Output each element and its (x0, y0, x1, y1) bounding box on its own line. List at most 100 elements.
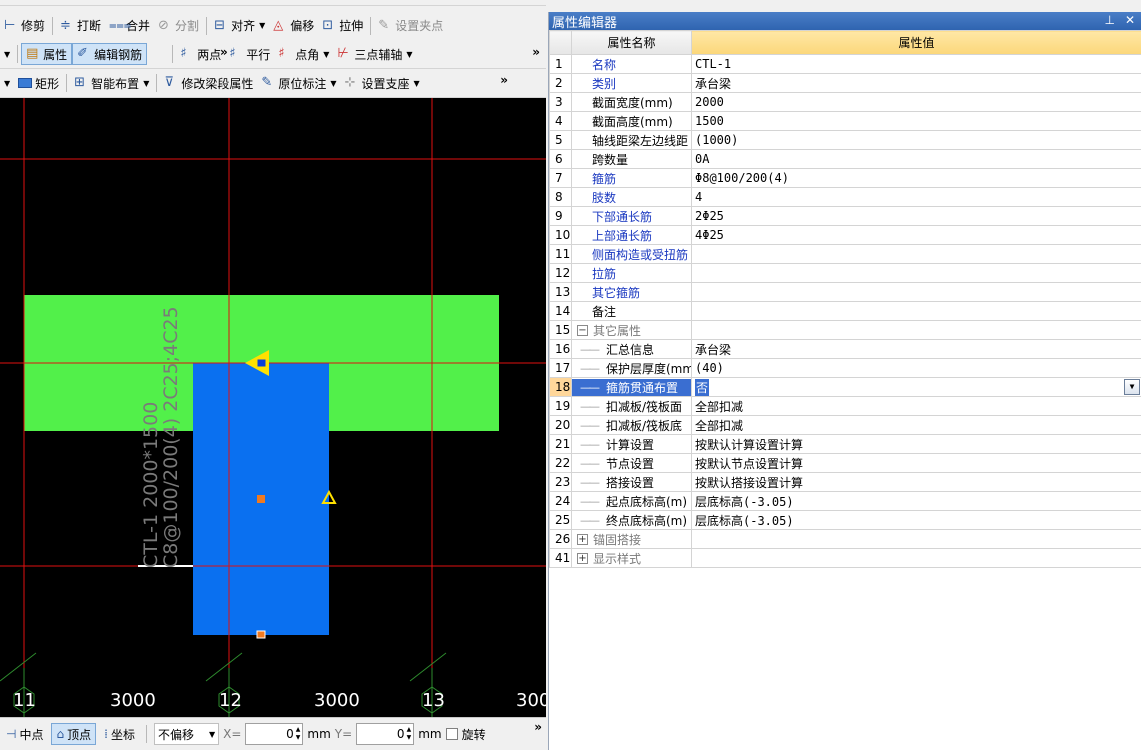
chevron-down-icon[interactable]: ▼ (1124, 379, 1140, 395)
property-value-cell[interactable] (691, 529, 1141, 549)
row2-dropdown[interactable]: ▼ (0, 43, 14, 65)
property-row[interactable]: 6 跨数量 0A (549, 149, 1141, 169)
coord-snap-button[interactable]: ⁞ 坐标 (100, 723, 139, 745)
drawing-canvas[interactable]: CTL-1 2000*1500 C8@100/200(4) 2C25;4C25 … (0, 98, 546, 717)
property-name: 搭接设置 (606, 475, 655, 490)
property-value-cell[interactable]: (40) (691, 358, 1141, 378)
set-support-button[interactable]: ⊹ 设置支座 ▼ (341, 72, 424, 94)
x-spinner[interactable]: ▲ ▼ (296, 726, 301, 742)
merge-button[interactable]: ⩶ 合并 (105, 15, 154, 37)
midpoint-snap-button[interactable]: ⊣ 中点 (2, 723, 47, 745)
property-value-cell[interactable]: 1500 (691, 111, 1141, 131)
rectangle-button[interactable]: 矩形 (14, 72, 63, 94)
y-spinner[interactable]: ▲ ▼ (407, 726, 412, 742)
property-row[interactable]: 24 —— 起点底标高(m) 层底标高(-3.05) (549, 491, 1141, 511)
property-value-cell[interactable] (691, 320, 1141, 340)
in-situ-annotation-button[interactable]: ✎ 原位标注 ▼ (257, 72, 340, 94)
toolbar-overflow-icon[interactable]: » (220, 45, 540, 59)
property-value-cell[interactable]: 4Φ25 (691, 225, 1141, 245)
vertex-snap-button[interactable]: ⌂ 顶点 (51, 723, 97, 745)
collapse-icon[interactable]: − (577, 324, 588, 336)
modify-beam-segment-button[interactable]: ⊽ 修改梁段属性 (160, 72, 257, 94)
expand-icon[interactable]: + (577, 533, 588, 545)
property-row[interactable]: 12 拉筋 (549, 263, 1141, 283)
expand-icon[interactable]: + (577, 552, 588, 564)
offset-mode-select[interactable]: 不偏移 ▼ (153, 723, 220, 745)
property-row[interactable]: 23 —— 搭接设置 按默认搭接设置计算 (549, 472, 1141, 492)
toolbar-overflow-icon[interactable]: » (532, 45, 540, 59)
two-point-button[interactable]: ♯ 两点 (176, 43, 225, 65)
property-value-cell[interactable]: (1000) (691, 130, 1141, 150)
property-row[interactable]: 19 —— 扣减板/筏板面 全部扣减 (549, 396, 1141, 416)
property-row[interactable]: 14 备注 (549, 301, 1141, 321)
property-value-cell[interactable]: 否 ▼ (691, 377, 1141, 397)
property-value-cell[interactable] (691, 548, 1141, 568)
property-value-cell[interactable]: 0A (691, 149, 1141, 169)
split-button[interactable]: ⊘ 分割 (154, 15, 203, 37)
properties-button[interactable]: ▤ 属性 (21, 43, 73, 65)
close-icon[interactable]: ✕ (1125, 13, 1135, 27)
property-row[interactable]: 11 侧面构造或受扭筋 (549, 244, 1141, 264)
property-value-cell[interactable]: 承台梁 (691, 339, 1141, 359)
property-value-cell[interactable] (691, 244, 1141, 264)
toolbar-overflow-icon[interactable]: » (500, 73, 508, 87)
property-value-cell[interactable] (691, 263, 1141, 283)
property-value-dropdown[interactable]: 否 ▼ (695, 378, 1141, 396)
property-row[interactable]: 8 肢数 4 (549, 187, 1141, 207)
pin-icon[interactable]: ⊥ (1104, 13, 1114, 27)
stretch-label: 拉伸 (339, 19, 364, 33)
property-value-cell[interactable]: 层底标高(-3.05) (691, 491, 1141, 511)
property-value-cell[interactable] (691, 301, 1141, 321)
rotate-checkbox[interactable] (445, 728, 458, 740)
break-button[interactable]: ≑ 打断 (56, 15, 105, 37)
property-value-cell[interactable]: 按默认搭接设置计算 (691, 472, 1141, 492)
property-value-cell[interactable]: 4 (691, 187, 1141, 207)
property-value-cell[interactable]: 全部扣减 (691, 415, 1141, 435)
property-row[interactable]: 41 + 显示样式 (549, 548, 1141, 568)
property-row[interactable]: 22 —— 节点设置 按默认节点设置计算 (549, 453, 1141, 473)
property-value-cell[interactable]: 按默认节点设置计算 (691, 453, 1141, 473)
set-grip-button[interactable]: ✎ 设置夹点 (374, 15, 447, 37)
property-row[interactable]: 10 上部通长筋 4Φ25 (549, 225, 1141, 245)
property-row[interactable]: 25 —— 终点底标高(m) 层底标高(-3.05) (549, 510, 1141, 530)
property-editor-titlebar: 属性编辑器 ⊥ ✕ (549, 12, 1141, 31)
trim-button[interactable]: ⊢ 修剪 (0, 15, 49, 37)
x-input[interactable]: 0 ▲ ▼ (245, 723, 304, 745)
grip-point[interactable] (256, 358, 267, 368)
row3-dropdown[interactable]: ▼ (0, 72, 14, 94)
align-button[interactable]: ⊟ 对齐 ▼ (210, 15, 269, 37)
property-value-cell[interactable] (691, 282, 1141, 302)
property-row[interactable]: 1 名称 CTL-1 (549, 54, 1141, 74)
property-value-cell[interactable]: 2000 (691, 92, 1141, 112)
property-row[interactable]: 18 —— 箍筋贯通布置否 ▼ (549, 377, 1141, 397)
property-row[interactable]: 7 箍筋 Φ8@100/200(4) (549, 168, 1141, 188)
property-row[interactable]: 20 —— 扣减板/筏板底 全部扣减 (549, 415, 1141, 435)
property-row[interactable]: 3 截面宽度(mm) 2000 (549, 92, 1141, 112)
property-value-cell[interactable]: 层底标高(-3.05) (691, 510, 1141, 530)
property-row[interactable]: 13 其它箍筋 (549, 282, 1141, 302)
property-value-cell[interactable]: 2Φ25 (691, 206, 1141, 226)
property-value-cell[interactable]: 按默认计算设置计算 (691, 434, 1141, 454)
offset-button[interactable]: ◬ 偏移 (269, 15, 318, 37)
stretch-button[interactable]: ⊡ 拉伸 (318, 15, 367, 37)
property-value-cell[interactable]: CTL-1 (691, 54, 1141, 74)
property-value-cell[interactable]: 承台梁 (691, 73, 1141, 93)
grip-center[interactable] (257, 495, 265, 503)
property-row[interactable]: 15− 其它属性 (549, 320, 1141, 340)
y-input[interactable]: 0 ▲ ▼ (356, 723, 415, 745)
property-row[interactable]: 2 类别 承台梁 (549, 73, 1141, 93)
property-row[interactable]: 5 轴线距梁左边线距 (1000) (549, 130, 1141, 150)
toolbar-overflow-icon[interactable]: » (534, 720, 542, 734)
property-row[interactable]: 16 —— 汇总信息 承台梁 (549, 339, 1141, 359)
property-row[interactable]: 26 + 锚固搭接 (549, 529, 1141, 549)
grip-bottom[interactable] (256, 630, 266, 639)
property-row[interactable]: 9 下部通长筋 2Φ25 (549, 206, 1141, 226)
property-row[interactable]: 4 截面高度(mm) 1500 (549, 111, 1141, 131)
property-value-cell[interactable]: 全部扣减 (691, 396, 1141, 416)
property-value-cell[interactable]: Φ8@100/200(4) (691, 168, 1141, 188)
property-row[interactable]: 17 —— 保护层厚度(mm) (40) (549, 358, 1141, 378)
property-name-cell: —— 扣减板/筏板底 (571, 415, 692, 435)
edit-rebar-button[interactable]: ✐ 编辑钢筋 (72, 43, 148, 65)
smart-layout-button[interactable]: ⊞ 智能布置 ▼ (70, 72, 153, 94)
property-row[interactable]: 21 —— 计算设置 按默认计算设置计算 (549, 434, 1141, 454)
